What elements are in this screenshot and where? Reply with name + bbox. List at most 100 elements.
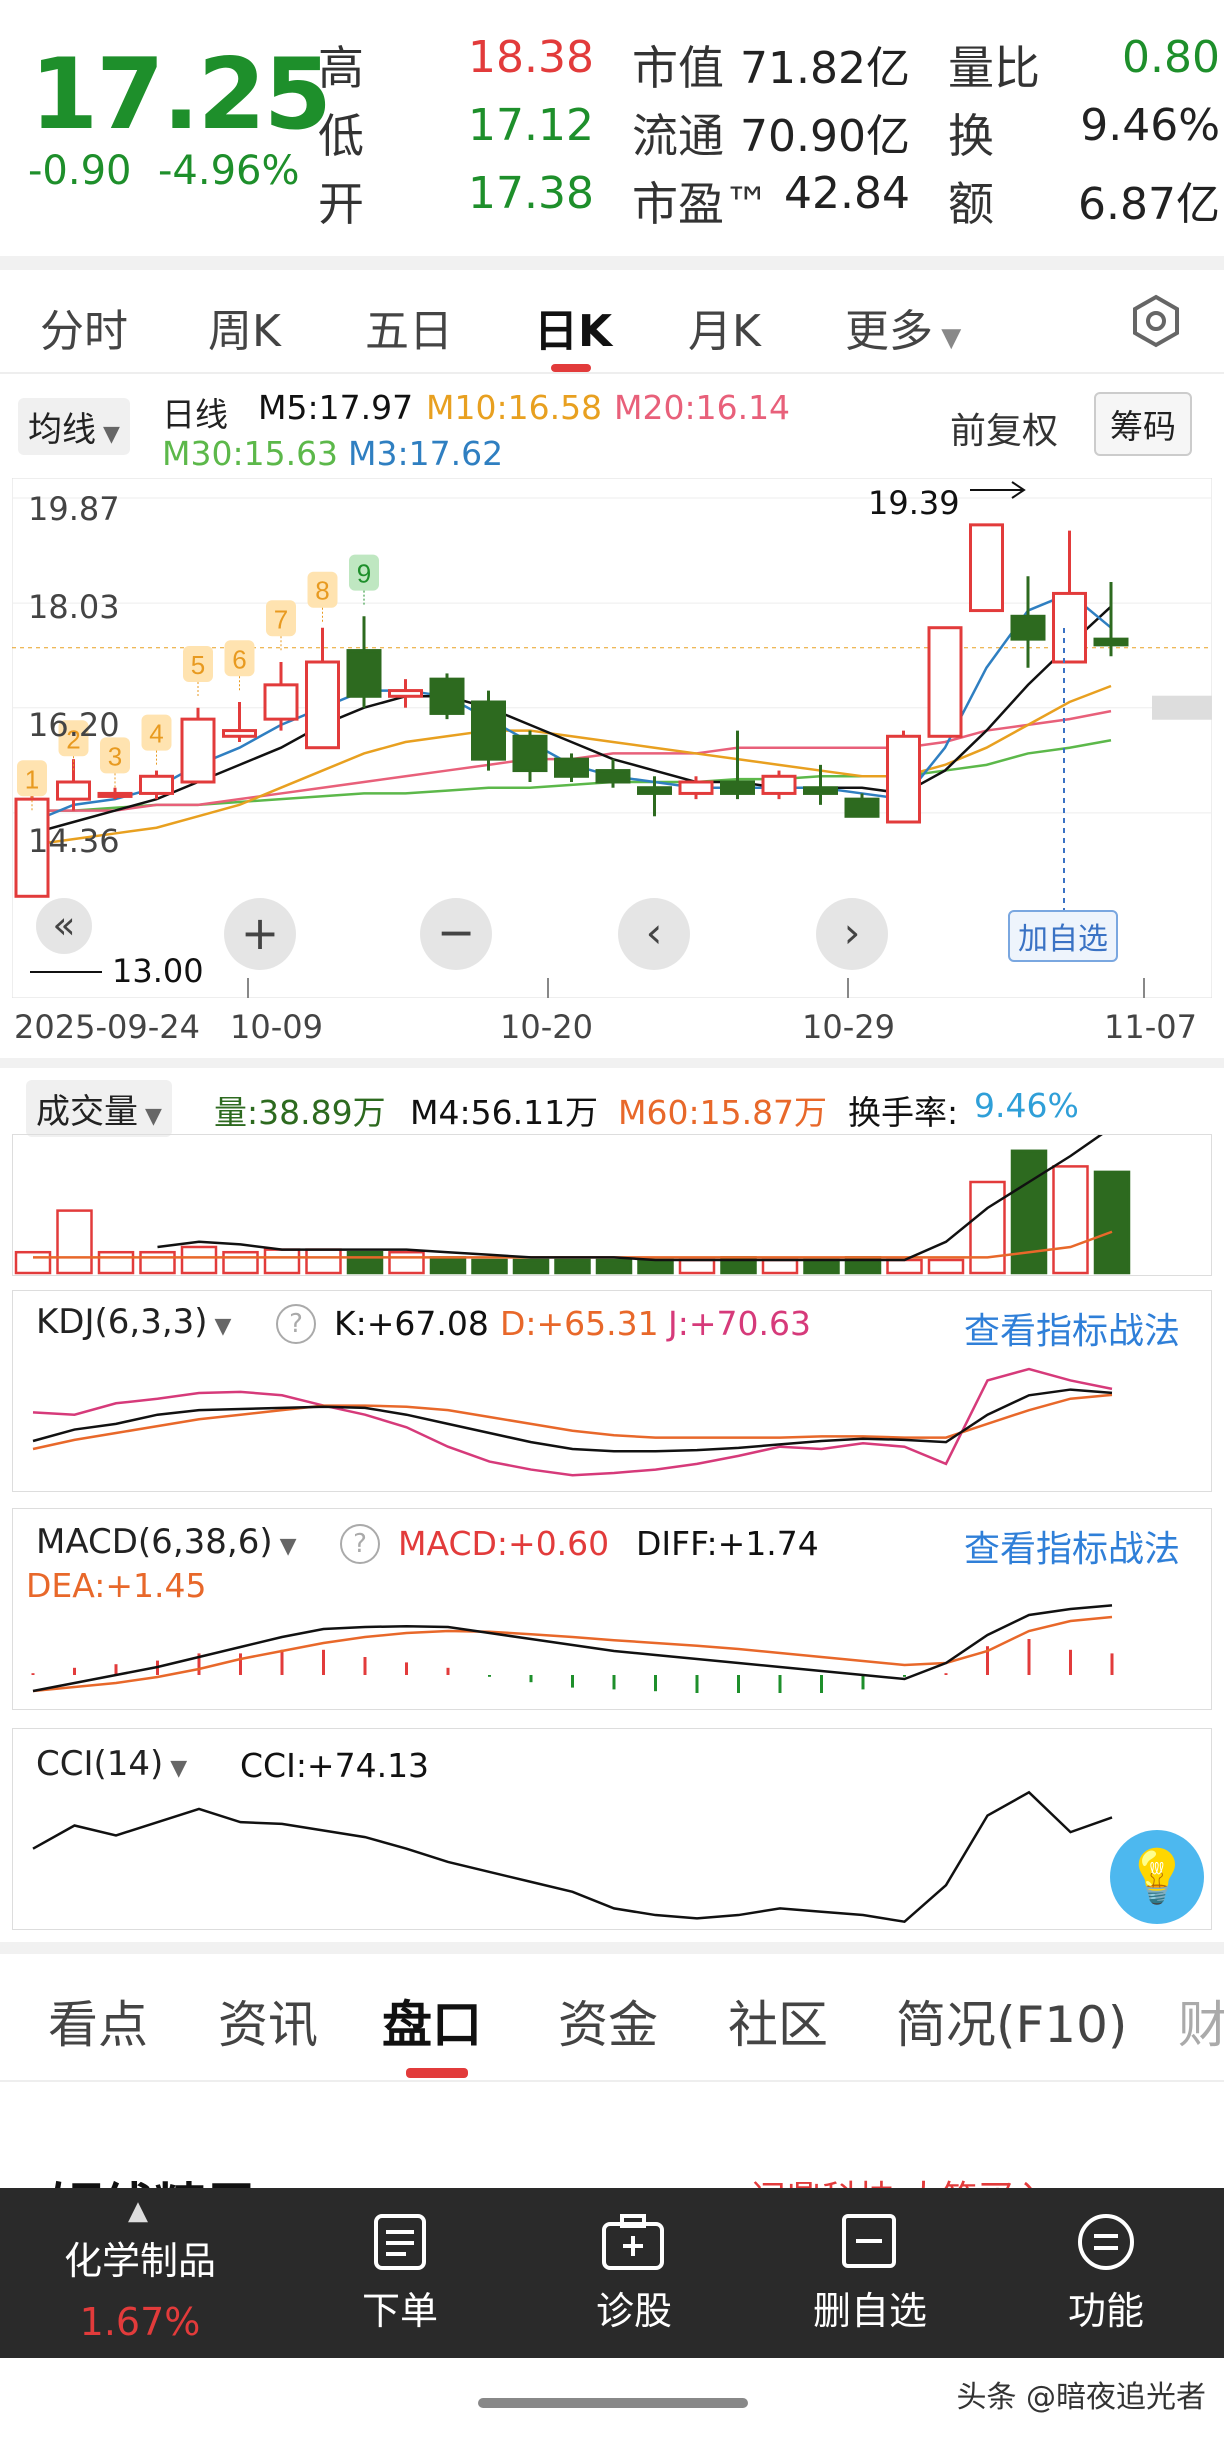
chevron-up-icon[interactable]: ▲ bbox=[128, 2196, 148, 2226]
scroll-right-icon[interactable]: › bbox=[816, 898, 888, 970]
volume-m4-line bbox=[157, 1135, 1103, 1262]
price-axis-label: 14.36 bbox=[28, 822, 120, 860]
candle bbox=[761, 774, 797, 795]
high-label: 高 bbox=[318, 41, 364, 95]
signal-tag-label: 4 bbox=[149, 719, 163, 749]
ma-selector[interactable]: 均线 ▼ bbox=[18, 398, 130, 455]
turnover-rate-label: 换手率: bbox=[848, 1093, 959, 1132]
float-cap-value: 70.90亿 bbox=[740, 111, 910, 162]
volume-selector[interactable]: 成交量 ▼ bbox=[26, 1080, 172, 1137]
market-cap-value: 71.82亿 bbox=[740, 43, 910, 94]
volume-bar bbox=[429, 1256, 467, 1275]
divider bbox=[0, 256, 1224, 270]
order-icon[interactable] bbox=[372, 2212, 428, 2272]
tab-f10[interactable]: 简况(F10) bbox=[896, 1985, 1127, 2057]
date-label: 10-09 bbox=[230, 1008, 323, 1046]
volume-bar bbox=[678, 1258, 716, 1275]
turnover-label: 换 bbox=[948, 109, 994, 163]
tab-five-day[interactable]: 五日 bbox=[365, 295, 453, 359]
candle bbox=[844, 797, 880, 818]
function-button[interactable]: 功能 bbox=[1026, 2280, 1186, 2335]
candle bbox=[1052, 591, 1087, 664]
candle bbox=[56, 780, 91, 801]
macd-chart[interactable] bbox=[12, 1508, 1212, 1710]
candle bbox=[1093, 637, 1129, 647]
volume-value: 量:38.89万 bbox=[214, 1093, 386, 1132]
menu-icon[interactable] bbox=[1076, 2212, 1136, 2272]
price-change: -0.90 bbox=[28, 148, 132, 194]
candle bbox=[222, 729, 257, 738]
chevron-down-icon: ▼ bbox=[138, 1104, 162, 1129]
m5-value: M5:17.97 bbox=[258, 388, 414, 427]
candle bbox=[388, 689, 423, 698]
lightbulb-icon[interactable]: 💡 bbox=[1110, 1830, 1204, 1924]
candle bbox=[927, 626, 963, 738]
zoom-out-icon[interactable]: − bbox=[420, 898, 492, 970]
adjust-mode[interactable]: 前复权 bbox=[950, 402, 1058, 454]
low-label: 低 bbox=[318, 109, 364, 163]
volume-bar bbox=[14, 1250, 52, 1275]
candle bbox=[678, 780, 714, 795]
settings-icon[interactable] bbox=[1128, 293, 1184, 349]
amount-label: 额 bbox=[948, 177, 994, 231]
tab-news[interactable]: 资讯 bbox=[218, 1985, 318, 2057]
m20-value: M20:16.14 bbox=[614, 388, 791, 427]
tab-highlights[interactable]: 看点 bbox=[48, 1985, 148, 2057]
tab-intraday[interactable]: 分时 bbox=[40, 295, 128, 359]
kdj-chart[interactable] bbox=[12, 1290, 1212, 1492]
tab-community[interactable]: 社区 bbox=[728, 1985, 828, 2057]
divider bbox=[0, 1058, 1224, 1068]
tab-daily[interactable]: 日K bbox=[534, 295, 612, 359]
active-tab-indicator bbox=[406, 2068, 468, 2078]
sector-name[interactable]: 化学制品 bbox=[50, 2230, 230, 2285]
volume-bar bbox=[180, 1245, 218, 1275]
candle bbox=[720, 780, 755, 795]
signal-tag-label: 1 bbox=[25, 764, 39, 794]
candle bbox=[595, 769, 631, 784]
add-watchlist-tag[interactable]: 加自选 bbox=[1008, 910, 1118, 962]
turnover-value: 9.46% bbox=[1080, 100, 1220, 151]
price-axis-label: 18.03 bbox=[28, 588, 120, 626]
candle bbox=[346, 649, 382, 698]
scroll-left-icon[interactable]: ‹ bbox=[618, 898, 690, 970]
remove-watchlist-icon[interactable] bbox=[840, 2212, 898, 2270]
tab-weekly[interactable]: 周K bbox=[208, 295, 281, 359]
active-tab-indicator bbox=[551, 364, 591, 372]
tab-funds[interactable]: 资金 bbox=[558, 1985, 658, 2057]
short-term-item[interactable]: 问鼎科技 大笔买入 bbox=[750, 2170, 1049, 2190]
zoom-out-far-icon[interactable]: « bbox=[36, 898, 92, 954]
price-axis-label: 19.87 bbox=[28, 490, 120, 528]
diagnose-button[interactable]: 诊股 bbox=[554, 2280, 714, 2335]
volume-chart[interactable] bbox=[12, 1134, 1212, 1276]
candle bbox=[180, 717, 216, 784]
pe-value: 42.84 bbox=[784, 168, 910, 219]
zoom-in-icon[interactable]: + bbox=[224, 898, 296, 970]
cci-chart[interactable] bbox=[12, 1728, 1212, 1930]
price-axis-label: 16.20 bbox=[28, 706, 120, 744]
signal-tag-label: 6 bbox=[232, 644, 246, 674]
home-indicator[interactable] bbox=[478, 2398, 748, 2408]
signal-tag-label: 7 bbox=[274, 604, 288, 634]
volume-bar bbox=[1052, 1165, 1089, 1275]
order-button[interactable]: 下单 bbox=[320, 2280, 480, 2335]
candle bbox=[305, 660, 340, 750]
volume-bar bbox=[346, 1250, 384, 1275]
tab-finance[interactable]: 财 bbox=[1178, 1985, 1224, 2057]
candle bbox=[263, 683, 299, 721]
price-change-pct: -4.96% bbox=[158, 148, 300, 194]
watermark: 头条 @暗夜追光者 bbox=[956, 2380, 1206, 2415]
divider bbox=[0, 372, 1224, 374]
tab-monthly[interactable]: 月K bbox=[688, 295, 761, 359]
volume-ratio-value: 0.80 bbox=[1122, 32, 1220, 83]
volume-bar bbox=[263, 1248, 301, 1275]
remove-watchlist-button[interactable]: 删自选 bbox=[790, 2280, 950, 2335]
tab-order-book[interactable]: 盘口 bbox=[382, 1985, 482, 2057]
candle bbox=[97, 791, 133, 798]
price-tag bbox=[1152, 695, 1212, 720]
high-marker-label: 19.39 bbox=[868, 484, 960, 522]
chips-button[interactable]: 筹码 bbox=[1094, 392, 1192, 456]
divider bbox=[0, 1942, 1224, 1954]
turnover-rate-value: 9.46% bbox=[974, 1086, 1079, 1125]
diagnose-icon[interactable] bbox=[600, 2212, 666, 2272]
tab-more[interactable]: 更多 ▼ bbox=[845, 295, 961, 359]
